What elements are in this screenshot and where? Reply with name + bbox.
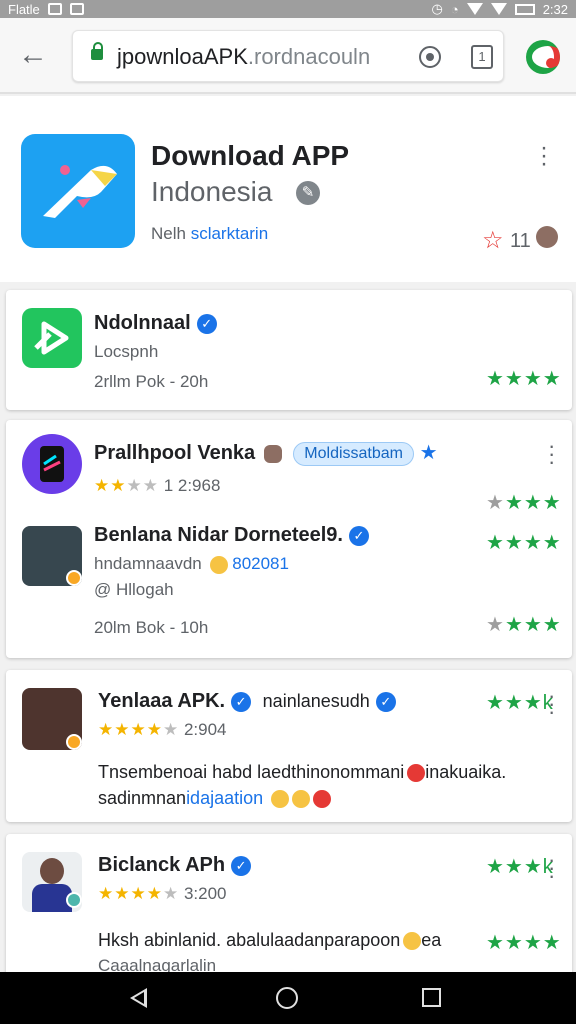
list-item-meta: 20lm Bok - 10h [94,618,209,637]
alarm-icon: ◷ [431,1,443,16]
wifi-icon: ◔ [450,1,459,17]
more-options-icon[interactable]: · · · [548,685,555,723]
notification-icon-2 [69,3,84,15]
app-subtitle: Indonesia [151,176,273,207]
rating-stars: ★★★★ [98,884,163,903]
rating-stars: ★★★★ [98,720,163,739]
battery-icon [514,3,535,15]
more-options-icon[interactable]: · · · [540,136,548,176]
rating-stars: ★★★★ [486,932,562,954]
clock: 2:32 [542,1,568,17]
user-thumbnail [22,852,82,912]
list-item-title: Yenlaaa APK. ✓ nainlanesudh ✓ [98,690,396,713]
user-avatar [263,444,282,463]
list-item-body: sadinmnanidajaation [98,788,332,809]
star-icon: ★ [419,442,438,464]
list-card[interactable]: Prallhpool Venka Moldissatbam ★ · · · ★★★★… [6,420,572,658]
app-meta: Nelh sclarktarin [151,224,269,243]
emoji-icon [407,764,426,783]
emoji-icon [403,932,422,951]
list-item-title: Benlana Nidar Dorneteel9. ✓ [94,524,369,547]
verified-icon: ✓ [231,855,252,876]
app-header: Download APP Indonesia ✎ Nelh sclarktari… [0,96,576,282]
verified-icon: ✓ [196,313,217,334]
reviewer-avatar [536,226,558,248]
rating-stars: ★★★★ [486,532,562,554]
verified-icon: ✓ [375,691,396,712]
list-item-body: Tnsembenoai habd laedthinonommani inakuai… [98,762,507,783]
list-card[interactable]: Ndolnnaal ✓ Locspnh 2rllm Pok - 20h ★★★★ [6,290,572,410]
rating-stars: ★★★★ [486,368,562,390]
system-nav-bar [0,972,576,1024]
status-bar: Flatle ◷ ◔ 2:32 [0,0,576,18]
list-item-subtitle: Locspnh [94,342,159,361]
game-thumbnail [22,688,82,750]
rating-stars: ★★★★ [94,476,159,495]
play-app-icon [22,308,82,368]
emoji-icon [271,790,290,809]
url-text[interactable]: jpownloaAPK.rordnacouln [117,44,370,70]
emoji-icon [292,790,311,809]
list-item-meta: 2rllm Pok - 20h [94,372,209,391]
list-item-title: Ndolnnaal ✓ [94,312,217,335]
verified-icon: ✓ [348,525,369,546]
badge-icon [66,892,82,908]
developer-link[interactable]: sclarktarin [191,224,268,243]
list-card[interactable]: Yenlaaa APK. ✓ nainlanesudh ✓ ★★★k · · · ★★★… [6,670,572,822]
star-icon: ☆ [482,227,504,254]
lock-icon [91,42,103,60]
list-item-handle: @ Hllogah [94,580,174,599]
emoji-icon [313,790,332,809]
signal-icon-2 [490,3,507,15]
rating-stars: ★★★★ [486,614,562,636]
list-item-title: Biclanck APh ✓ [98,854,252,877]
rating-stars: ★★★k [486,856,554,878]
nav-home-icon[interactable] [276,987,298,1009]
wrench-icon[interactable]: ✎ [296,181,320,205]
phone-app-icon [22,434,82,494]
list-item-meta: ★★★★ 1 2:968 [94,476,221,495]
list-item-title: Prallhpool Venka Moldissatbam ★ [94,441,438,466]
app-title: Download APP [151,140,350,171]
tab-switcher-button[interactable]: 1 [471,45,493,69]
nav-recents-icon[interactable] [422,988,441,1007]
verified-icon: ✓ [231,691,252,712]
more-options-icon[interactable]: · · · [548,435,555,473]
url-bar[interactable]: jpownloaAPK.rordnacouln 1 [72,30,504,82]
browser-toolbar: ← jpownloaAPK.rordnacouln 1 [0,18,576,94]
notification-icon [47,3,62,15]
back-arrow-icon[interactable]: ← [18,40,48,70]
carrier-label: Flatle [8,1,40,17]
badge-icon [66,570,82,586]
rating-stars: ★★★★ [486,492,562,514]
list-item-meta: ★★★★★ 3:200 [98,884,227,903]
list-item-meta: ★★★★★ 2:904 [98,720,227,739]
profile-avatar[interactable] [526,40,560,74]
badge-icon [66,734,82,750]
rating-count: 11 [510,230,531,252]
record-icon[interactable] [419,46,441,68]
app-logo-icon [21,134,135,248]
more-options-icon[interactable]: · · · [548,849,555,887]
emoji-icon [209,555,228,574]
list-item-body: Hksh abinlanid. abalulaadanparapoon ea [98,930,442,951]
nav-back-icon[interactable] [130,988,147,1008]
signal-icon [466,3,483,15]
list-item-subtitle: hndamnaavdn 802081 [94,554,289,574]
list-card[interactable]: Biclanck APh ✓ ★★★k · · · ★★★★★ 3:200 Hksh … [6,834,572,994]
game-thumbnail [22,526,82,586]
category-chip[interactable]: Moldissatbam [293,441,414,466]
notification-dot [546,58,556,68]
rating-stars: ★★★k [486,692,554,714]
